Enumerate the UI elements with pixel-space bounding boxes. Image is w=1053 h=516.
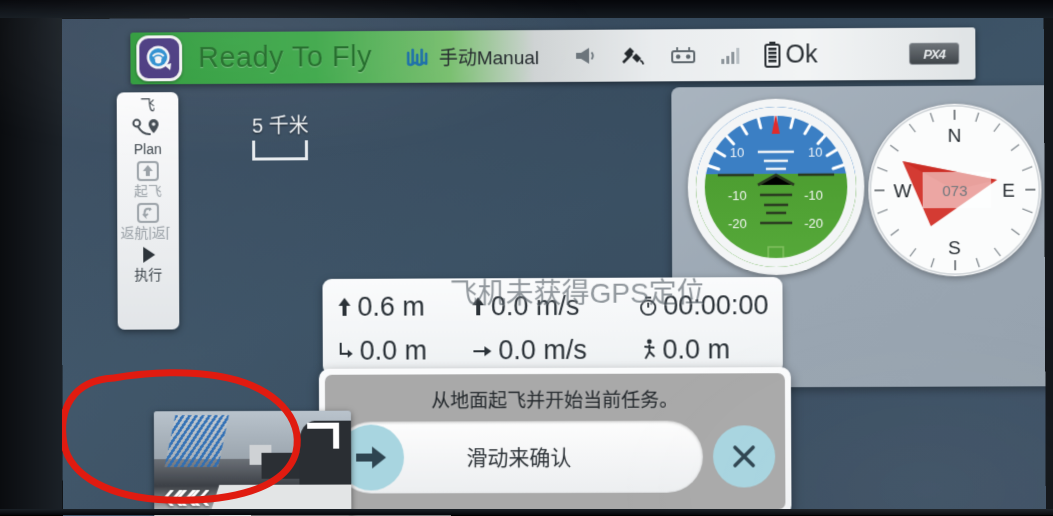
confirm-slider-row: 滑动来确认 [335, 420, 776, 494]
return-home-icon [135, 199, 161, 226]
attitude-indicator[interactable]: 10 10 -10 -10 -20 -20 [687, 98, 865, 276]
attitude-sphere: 10 10 -10 -10 -20 -20 [695, 106, 857, 268]
photo-bezel-bottom [0, 509, 1053, 515]
battery-status[interactable]: Ok [763, 39, 818, 69]
vertical-speed-value: 0.0 m/s [490, 290, 580, 321]
plan-label: Plan [133, 142, 162, 157]
photo-frame: Ready To Fly 手动Manual Ok PX4 飞 Plan 起飞 返… [0, 0, 1053, 516]
distance-to-home-reading: 0.0 m [641, 334, 730, 365]
map-scale: 5 千米 [252, 109, 309, 161]
signal-bars-icon[interactable] [719, 45, 741, 65]
video-thumbnail[interactable]: ««« [153, 410, 352, 516]
altitude-up-icon [336, 296, 352, 318]
rc-controller-icon[interactable] [669, 45, 697, 65]
compass-e: E [1002, 181, 1015, 202]
return-home-label: 返航|返[ [120, 225, 170, 240]
continue-mission-label: 执行 [134, 267, 163, 282]
expand-corner-icon[interactable] [307, 422, 340, 449]
distance-to-home-value: 0.0 m [662, 333, 731, 365]
px4-logo-badge: PX4 [908, 42, 960, 65]
slide-to-confirm-slider[interactable]: 滑动来确认 [335, 420, 704, 494]
ground-speed-reading: 0.0 m/s [471, 334, 641, 366]
telemetry-panel: 0.6 m 0.0 m/s 00:00:00 0.0 m 0.0 m/s 0.0… [322, 277, 783, 375]
distance-to-home-icon [641, 338, 657, 362]
compass-heading-indicator[interactable]: N E S W 073 [868, 103, 1042, 277]
battery-icon [763, 41, 781, 69]
arrow-right-icon [352, 442, 390, 472]
compass-w: W [893, 181, 911, 202]
close-x-icon [728, 440, 760, 472]
takeoff-button[interactable]: 起飞 [117, 157, 179, 198]
play-triangle-icon [136, 241, 160, 268]
map-scale-label: 5 千米 [252, 115, 309, 138]
map-scale-bar [252, 140, 308, 161]
px4-logo-text: PX4 [923, 46, 946, 62]
video-scaffolding [164, 415, 229, 468]
fly-mode-glyph: 飞 [140, 97, 156, 115]
confirm-dialog-message: 从地面起飞并开始当前任务。 [431, 390, 679, 413]
qgroundcontrol-logo[interactable] [136, 35, 183, 82]
flight-time-value: 00:00:00 [663, 289, 769, 321]
battery-status-label: Ok [785, 39, 818, 69]
ground-distance-icon [337, 340, 355, 362]
continue-mission-button[interactable]: 执行 [117, 241, 179, 282]
takeoff-label: 起飞 [133, 183, 162, 199]
confirm-dialog-body: 从地面起飞并开始当前任务。 滑动来确认 [324, 373, 786, 511]
flight-time-reading: 00:00:00 [638, 290, 769, 322]
telemetry-row: 0.0 m 0.0 m/s 0.0 m [337, 327, 769, 373]
photo-bezel-top [0, 0, 1053, 18]
vertical-speed-icon [470, 295, 486, 317]
altitude-value: 0.6 m [357, 291, 425, 322]
ground-distance-value: 0.0 m [359, 334, 428, 366]
ground-distance-reading: 0.0 m [337, 335, 472, 366]
altitude-reading: 0.6 m [336, 291, 469, 323]
takeoff-up-arrow-icon [135, 157, 161, 184]
flight-time-icon [638, 295, 658, 317]
vertical-speed-reading: 0.0 m/s [470, 290, 638, 322]
flight-state-label: Ready To Fly [197, 40, 373, 74]
confirm-dialog: 从地面起飞并开始当前任务。 滑动来确认 [318, 367, 792, 516]
compass-n: N [948, 126, 962, 147]
compass-s: S [948, 238, 961, 259]
toolbar-status-icons: Ok [573, 40, 818, 70]
flight-mode-selector[interactable]: 手动Manual [406, 43, 539, 71]
device-screen: Ready To Fly 手动Manual Ok PX4 飞 Plan 起飞 返… [60, 12, 1046, 516]
top-toolbar: Ready To Fly 手动Manual Ok PX4 [130, 27, 976, 85]
ground-speed-value: 0.0 m/s [498, 334, 587, 365]
flight-mode-label: 手动Manual [438, 47, 540, 70]
cancel-button[interactable] [712, 425, 776, 488]
waypoint-wave-icon [406, 47, 432, 67]
return-home-button[interactable]: 返航|返[ [117, 199, 179, 240]
chevrons-left-icon[interactable]: ««« [162, 474, 202, 516]
telemetry-row: 0.6 m 0.0 m/s 00:00:00 [336, 283, 769, 329]
photo-bezel-left [0, 0, 62, 515]
fly-toolbar: 飞 Plan 起飞 返航|返[执行 [116, 92, 180, 330]
megaphone-icon[interactable] [573, 45, 599, 67]
ground-speed-icon [471, 339, 493, 361]
compass-heading-value: 073 [942, 183, 967, 200]
route-plan-icon [131, 115, 165, 142]
plan-button[interactable]: Plan [117, 115, 179, 156]
gps-disconnected-icon[interactable] [621, 44, 647, 66]
attitude-bezel [695, 106, 856, 267]
